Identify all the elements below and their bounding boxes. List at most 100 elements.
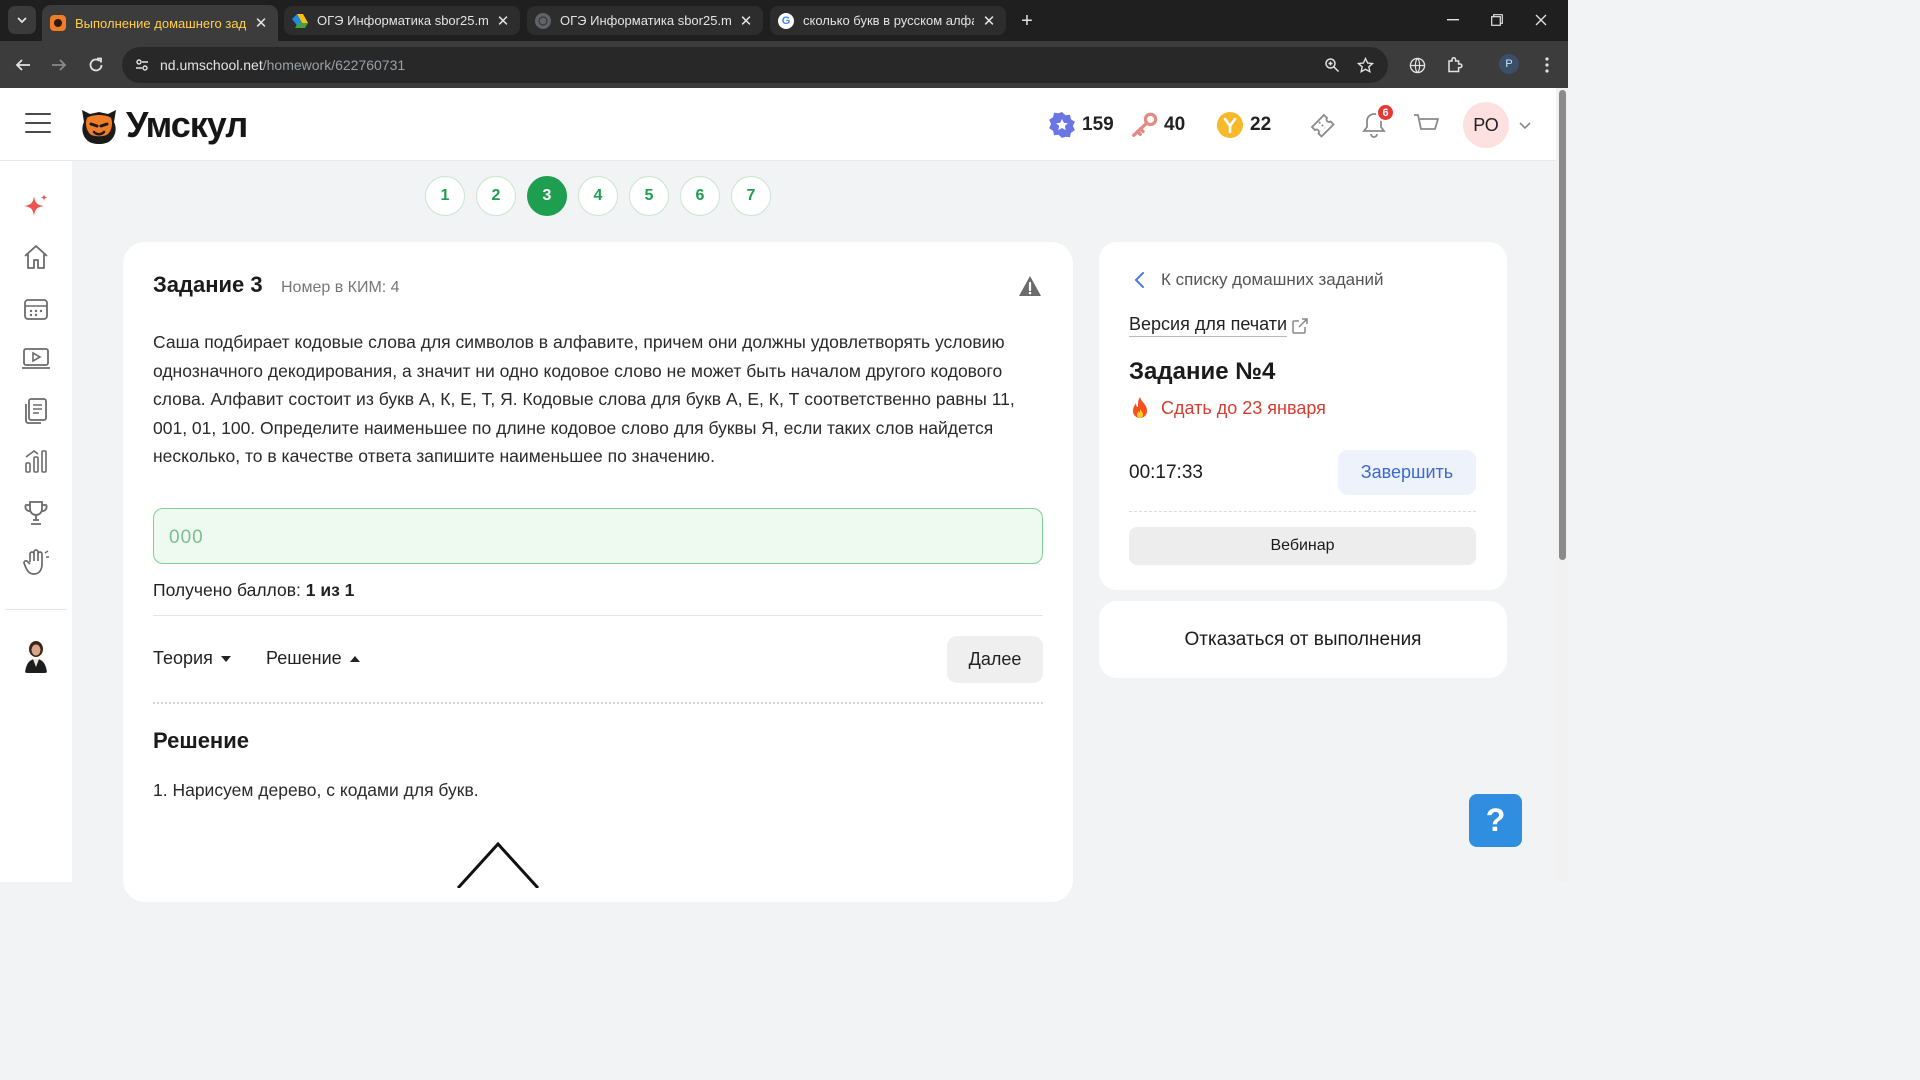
- left-sidebar: [0, 161, 72, 882]
- coins-counter[interactable]: 22: [1216, 110, 1271, 140]
- task-card: Задание 3 Номер в КИМ: 4 Саша подбирает …: [123, 242, 1073, 902]
- arrow-left-icon: [15, 59, 30, 71]
- coins-value: 22: [1250, 114, 1272, 135]
- task-pager-item[interactable]: 1: [425, 176, 465, 216]
- umschool-logo[interactable]: Умскул: [76, 100, 248, 150]
- community-hand-icon[interactable]: [20, 547, 52, 579]
- homework-icon[interactable]: [20, 395, 52, 427]
- hamburger-menu-icon[interactable]: [25, 113, 51, 135]
- score-line: Получено баллов: 1 из 1: [153, 580, 354, 601]
- coin-icon: [1216, 111, 1244, 139]
- next-button[interactable]: Далее: [947, 636, 1043, 683]
- key-icon: [1130, 111, 1158, 139]
- back-button[interactable]: [8, 50, 38, 80]
- home-icon[interactable]: [20, 241, 52, 273]
- statistics-icon[interactable]: [20, 445, 52, 477]
- tab-title: Выполнение домашнего задания: [75, 15, 246, 31]
- new-tab-button[interactable]: +: [1013, 7, 1041, 35]
- triangle-down-icon: [220, 655, 231, 662]
- triangle-up-icon: [349, 655, 360, 662]
- bookmark-star-icon[interactable]: [1351, 51, 1379, 79]
- homework-title: Задание №4: [1129, 358, 1276, 385]
- task-pager-item[interactable]: 5: [629, 176, 669, 216]
- solution-heading: Решение: [153, 728, 249, 753]
- keys-counter[interactable]: 40: [1130, 110, 1185, 140]
- browser-tab-1[interactable]: Выполнение домашнего задания ✕: [42, 5, 278, 41]
- globe-icon: [535, 12, 551, 29]
- task-pager-item[interactable]: 4: [578, 176, 618, 216]
- webinar-button[interactable]: Вебинар: [1129, 527, 1476, 565]
- cart-icon[interactable]: [1410, 109, 1442, 141]
- report-warning-icon[interactable]: [1018, 275, 1042, 297]
- tab-title: ОГЭ Информатика sbor25.me.pdf: [317, 13, 488, 28]
- close-tab-icon[interactable]: ✕: [252, 14, 270, 32]
- trophy-icon[interactable]: [20, 497, 52, 529]
- refuse-button[interactable]: Отказаться от выполнения: [1099, 601, 1507, 678]
- scrollbar-thumb[interactable]: [1559, 90, 1566, 560]
- video-lessons-icon[interactable]: [20, 343, 52, 375]
- mentor-avatar[interactable]: [22, 637, 50, 673]
- ai-sparkle-icon[interactable]: [20, 191, 52, 223]
- calendar-icon[interactable]: [20, 293, 52, 325]
- close-tab-icon[interactable]: ✕: [737, 12, 755, 30]
- restore-icon: [1491, 14, 1503, 26]
- task-pager-item[interactable]: 2: [476, 176, 516, 216]
- url-text: nd.umschool.net/homework/622760731: [160, 57, 405, 73]
- forward-button[interactable]: [44, 50, 74, 80]
- browser-tab-4[interactable]: G сколько букв в русском алфавите ✕: [770, 6, 1006, 35]
- stars-counter[interactable]: 159: [1048, 110, 1114, 140]
- google-icon: G: [778, 12, 794, 29]
- theory-toggle[interactable]: Теория: [153, 648, 231, 669]
- finish-button[interactable]: Завершить: [1338, 450, 1476, 495]
- back-label: К списку домашних заданий: [1161, 270, 1384, 289]
- site-info-icon[interactable]: [128, 51, 156, 79]
- sidebar-divider: [6, 609, 66, 610]
- star-badge-icon: [1048, 111, 1076, 139]
- browser-tab-3[interactable]: ОГЭ Информатика sbor25.me.pdf ✕: [527, 6, 763, 35]
- solution-label: Решение: [266, 648, 342, 668]
- logo-text: Умскул: [126, 104, 248, 145]
- notifications-button[interactable]: 6: [1358, 103, 1395, 141]
- arrow-right-icon: [52, 59, 67, 71]
- fire-icon: [1133, 397, 1147, 418]
- task-pager-item[interactable]: 7: [731, 176, 771, 216]
- restore-button[interactable]: [1475, 0, 1519, 40]
- ticket-icon[interactable]: [1306, 109, 1338, 141]
- print-version-link[interactable]: Версия для печати: [1129, 314, 1309, 337]
- user-avatar[interactable]: РО: [1463, 102, 1509, 148]
- keys-value: 40: [1164, 114, 1186, 135]
- browser-profile-avatar[interactable]: P: [1499, 54, 1519, 74]
- browser-menu-icon[interactable]: [1532, 50, 1562, 80]
- notification-count-badge: 6: [1376, 103, 1395, 122]
- answer-field[interactable]: 000: [153, 508, 1043, 564]
- dotted-divider: [153, 702, 1043, 704]
- zoom-icon[interactable]: [1318, 51, 1346, 79]
- kim-number: Номер в КИМ: 4: [281, 279, 400, 296]
- vpn-globe-icon[interactable]: [1402, 50, 1432, 80]
- task-pager-item[interactable]: 6: [680, 176, 720, 216]
- extensions-icon[interactable]: [1440, 50, 1470, 80]
- tab-search-button[interactable]: [8, 6, 36, 34]
- chevron-down-icon[interactable]: [1517, 117, 1533, 133]
- reload-icon: [89, 57, 103, 72]
- page-scrollbar[interactable]: [1556, 88, 1568, 882]
- close-window-button[interactable]: [1519, 0, 1563, 40]
- help-button[interactable]: ?: [1469, 794, 1522, 847]
- score-value: 1 из 1: [305, 580, 355, 600]
- site-header: Умскул 159 40 22 6 РО: [0, 88, 1556, 161]
- minimize-button[interactable]: [1431, 0, 1475, 40]
- score-label: Получено баллов:: [153, 580, 301, 600]
- theory-label: Теория: [153, 648, 213, 668]
- browser-tab-2[interactable]: ОГЭ Информатика sbor25.me.pdf ✕: [284, 6, 520, 35]
- close-tab-icon[interactable]: ✕: [494, 12, 512, 30]
- chevron-left-icon: [1134, 272, 1144, 288]
- close-icon: [1535, 14, 1547, 26]
- google-drive-icon: [292, 13, 308, 29]
- address-bar[interactable]: nd.umschool.net/homework/622760731: [122, 47, 1388, 83]
- solution-toggle[interactable]: Решение: [266, 648, 360, 669]
- print-label: Версия для печати: [1129, 314, 1288, 337]
- back-to-homeworks-link[interactable]: К списку домашних заданий: [1133, 270, 1383, 290]
- reload-button[interactable]: [81, 50, 111, 80]
- close-tab-icon[interactable]: ✕: [980, 12, 998, 30]
- task-pager-item[interactable]: 3: [527, 176, 567, 216]
